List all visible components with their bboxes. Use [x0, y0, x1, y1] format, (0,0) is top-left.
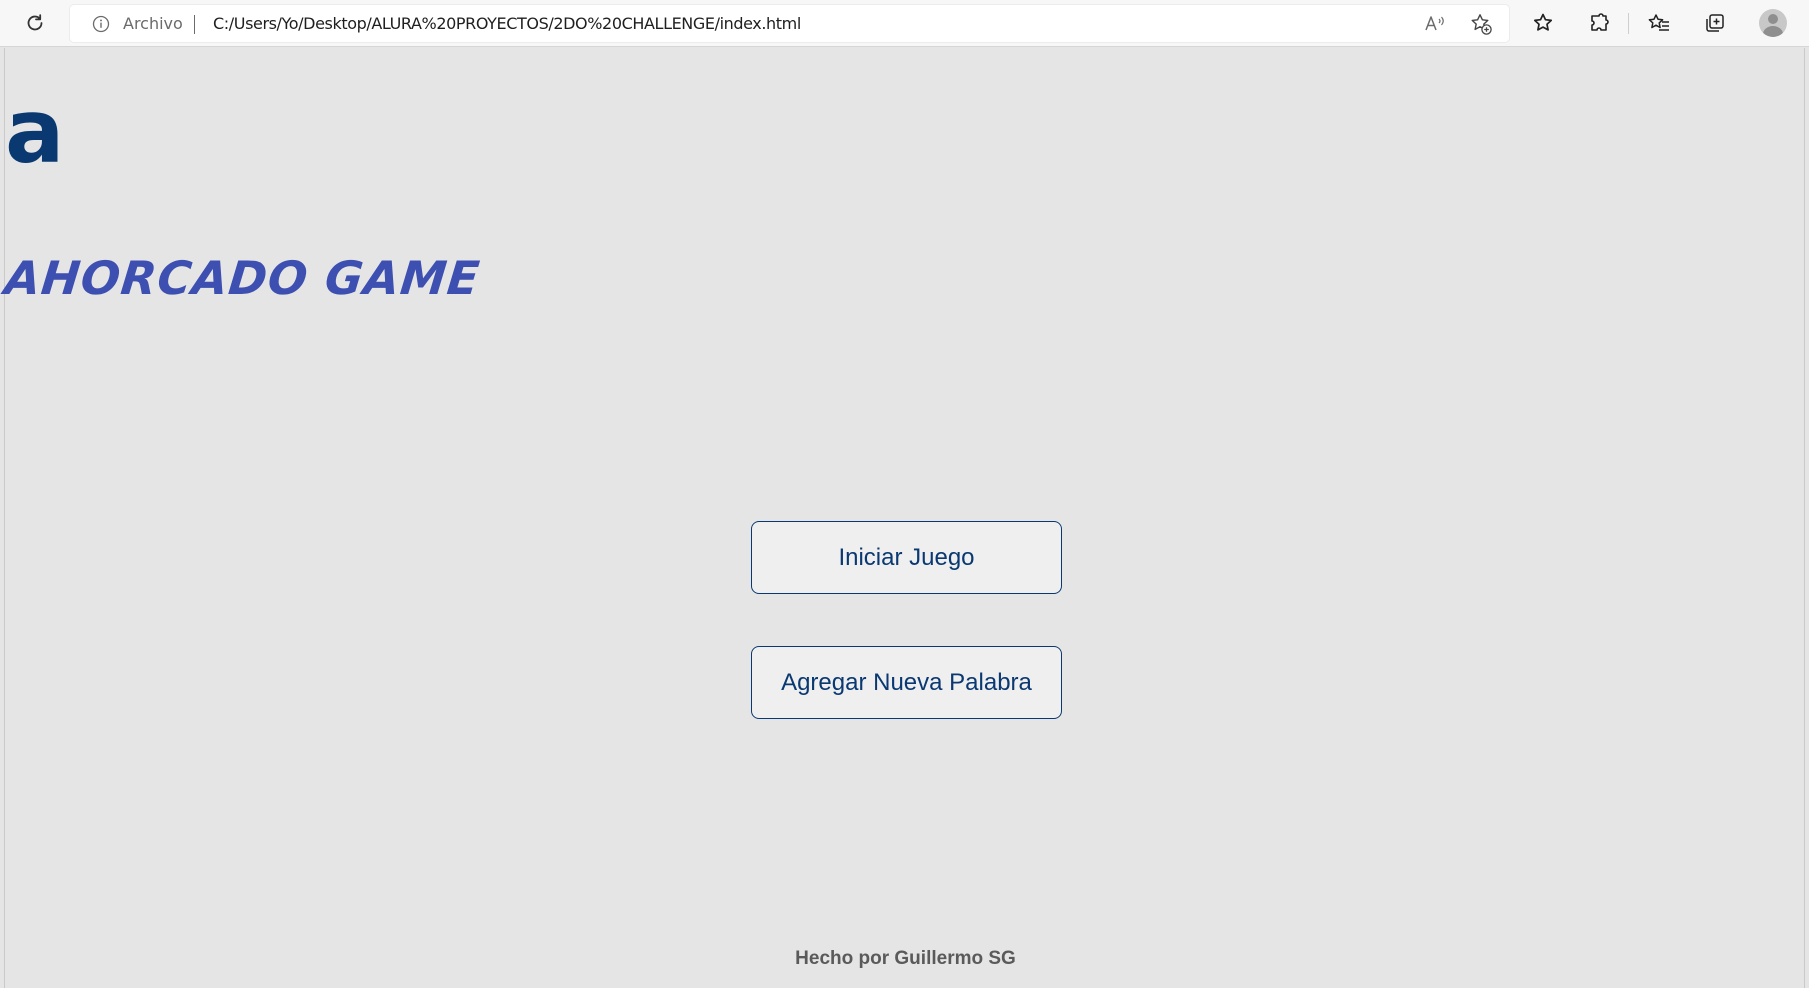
add-word-button[interactable]: Agregar Nueva Palabra: [751, 646, 1062, 719]
alura-logo: a: [5, 80, 64, 183]
page-viewport: a AHORCADO GAME Iniciar Juego Agregar Nu…: [2, 48, 1805, 988]
add-favorite-icon[interactable]: [1464, 7, 1498, 41]
address-bar[interactable]: Archivo C:/Users/Yo/Desktop/ALURA%20PROY…: [70, 5, 1509, 42]
refresh-icon[interactable]: [18, 6, 52, 40]
start-game-button[interactable]: Iniciar Juego: [751, 521, 1062, 594]
avatar-head: [1768, 14, 1778, 24]
profile-avatar-icon[interactable]: [1759, 9, 1787, 37]
info-icon[interactable]: [92, 15, 110, 33]
favorites-list-icon[interactable]: [1642, 6, 1676, 40]
address-scheme-label: Archivo: [123, 14, 183, 33]
extensions-icon[interactable]: [1582, 6, 1616, 40]
address-url[interactable]: C:/Users/Yo/Desktop/ALURA%20PROYECTOS/2D…: [213, 14, 801, 34]
page-title: AHORCADO GAME: [2, 251, 483, 305]
browser-toolbar: Archivo C:/Users/Yo/Desktop/ALURA%20PROY…: [0, 0, 1809, 47]
read-aloud-icon[interactable]: [1418, 7, 1452, 41]
collections-icon[interactable]: [1698, 6, 1732, 40]
toolbar-divider: [1628, 13, 1629, 34]
avatar-body: [1763, 26, 1783, 37]
address-separator: [194, 15, 195, 34]
favorites-star-icon[interactable]: [1526, 6, 1560, 40]
footer-credit: Hecho por Guillermo SG: [795, 948, 1016, 969]
